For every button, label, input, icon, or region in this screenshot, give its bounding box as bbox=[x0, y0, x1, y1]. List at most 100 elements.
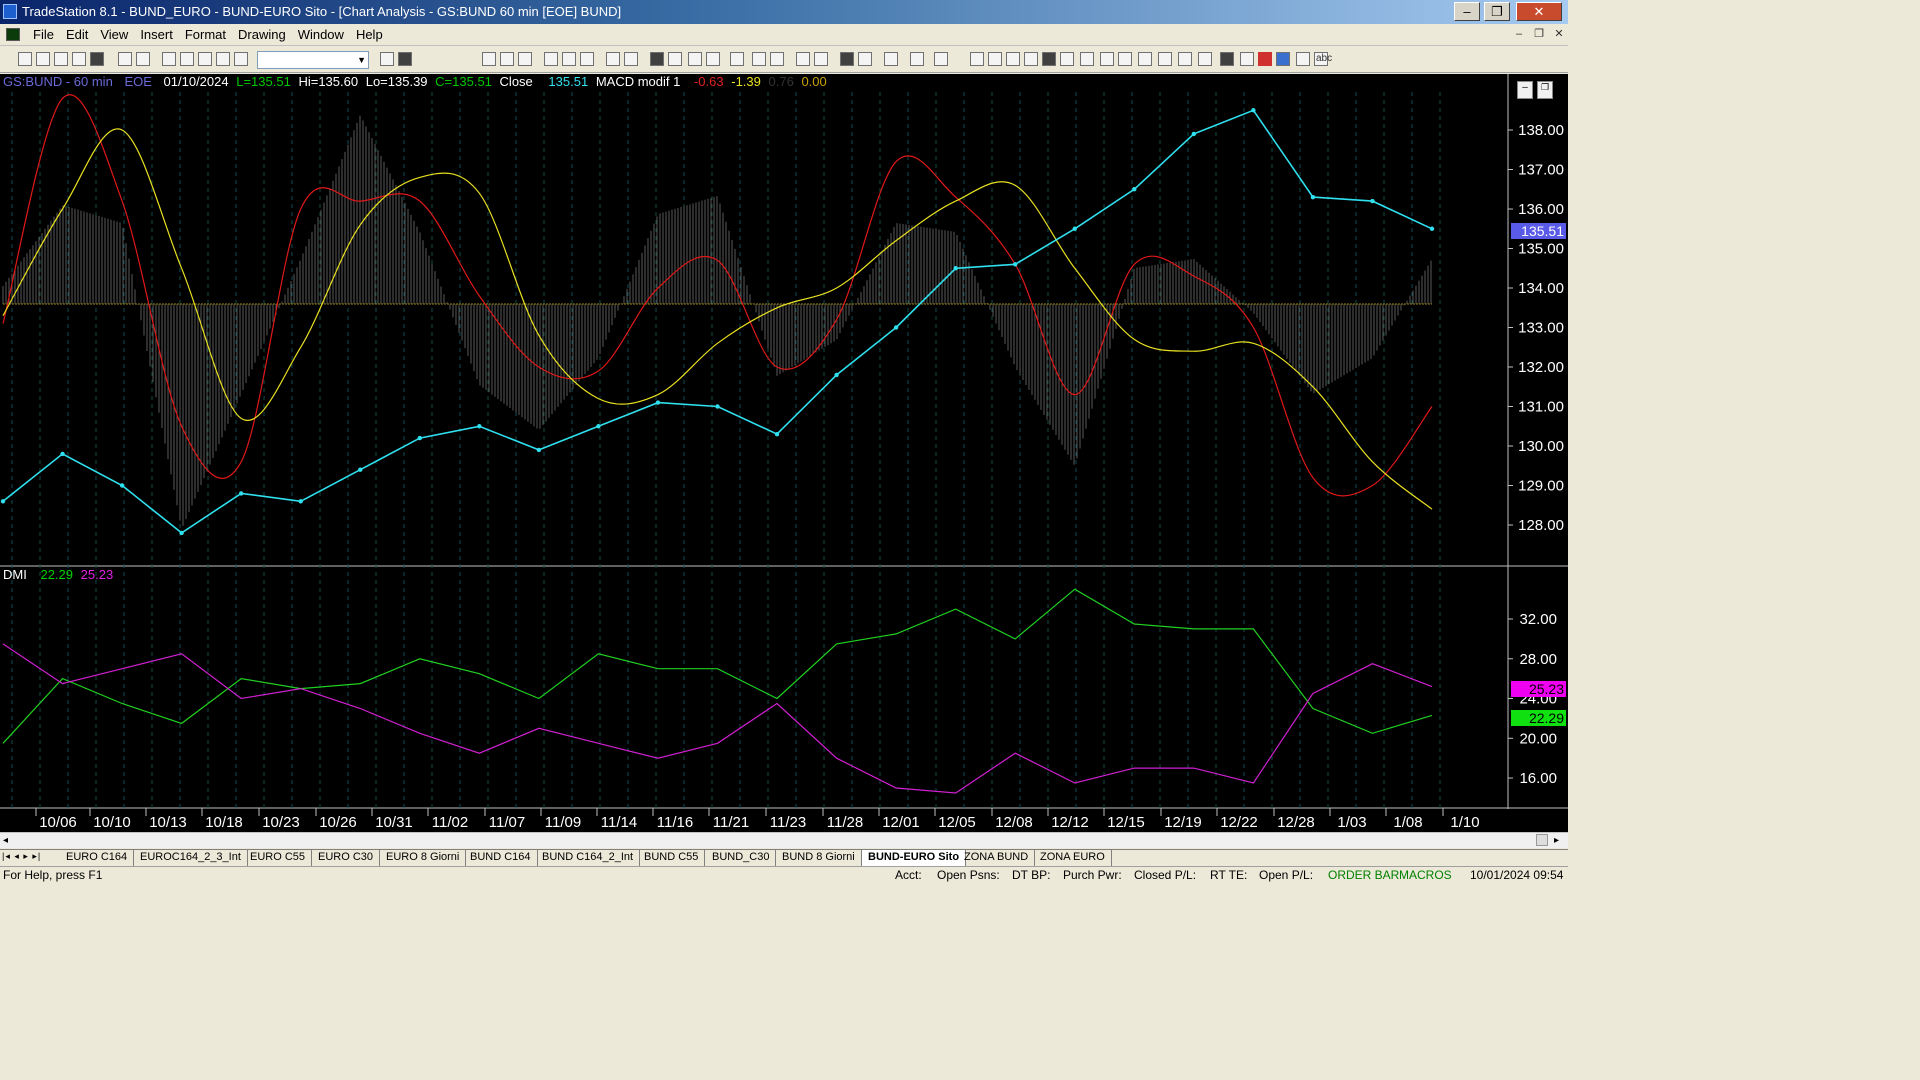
channel-icon[interactable] bbox=[1060, 52, 1074, 66]
open-icon[interactable] bbox=[36, 52, 50, 66]
bars-icon[interactable] bbox=[730, 52, 744, 66]
menu-window[interactable]: Window bbox=[292, 27, 350, 42]
copy-icon[interactable] bbox=[72, 52, 86, 66]
horizontal-scrollbar[interactable]: ◂ ▸ bbox=[0, 832, 1568, 848]
lock-icon[interactable] bbox=[198, 52, 212, 66]
chart-area[interactable]: 138.00 137.00 136.00 135.00 134.00 133.00 132.… bbox=[0, 74, 1568, 832]
bar-chart-icon[interactable] bbox=[688, 52, 702, 66]
fib-icon[interactable] bbox=[1024, 52, 1038, 66]
tile-icon[interactable] bbox=[180, 52, 194, 66]
window-icon[interactable] bbox=[482, 52, 496, 66]
pointer-icon[interactable] bbox=[840, 52, 854, 66]
text-tool-icon[interactable]: abc bbox=[1316, 53, 1332, 64]
menu-insert[interactable]: Insert bbox=[134, 27, 179, 42]
order-bar-indicator[interactable]: ORDER BAR bbox=[1328, 868, 1399, 882]
gann-icon[interactable] bbox=[1042, 52, 1056, 66]
tab-zona-bund[interactable]: ZONA BUND bbox=[958, 850, 1036, 866]
tab-bund-8-giorni[interactable]: BUND 8 Giorni bbox=[776, 850, 862, 866]
grid-icon[interactable] bbox=[518, 52, 532, 66]
ellipse-icon[interactable] bbox=[1296, 52, 1310, 66]
tab-bund-c164[interactable]: BUND C164 bbox=[464, 850, 538, 866]
refresh-icon[interactable] bbox=[398, 52, 412, 66]
drawing-off-icon[interactable] bbox=[934, 52, 948, 66]
ray-icon[interactable] bbox=[1138, 52, 1152, 66]
tab-bund-euro-sito[interactable]: BUND-EURO Sito bbox=[862, 850, 967, 866]
indicator-icon[interactable] bbox=[562, 52, 576, 66]
radar-icon[interactable] bbox=[606, 52, 620, 66]
chart-canvas[interactable]: 138.00 137.00 136.00 135.00 134.00 133.00 132.… bbox=[0, 74, 1568, 832]
vertical-line-icon[interactable] bbox=[988, 52, 1002, 66]
tab-euro-c164[interactable]: EURO C164 bbox=[60, 850, 135, 866]
print-icon[interactable] bbox=[118, 52, 132, 66]
pane-minimize-button[interactable]: – bbox=[1517, 81, 1533, 99]
menu-drawing[interactable]: Drawing bbox=[232, 27, 292, 42]
macros-indicator[interactable]: MACROS bbox=[1399, 868, 1452, 882]
close-button[interactable]: ✕ bbox=[1516, 2, 1562, 21]
cascade-icon[interactable] bbox=[162, 52, 176, 66]
signal-icon[interactable] bbox=[706, 52, 720, 66]
parallel-icon[interactable] bbox=[1178, 52, 1192, 66]
maximize-button[interactable]: ❐ bbox=[1484, 2, 1510, 21]
save-icon[interactable] bbox=[54, 52, 68, 66]
print-preview-icon[interactable] bbox=[136, 52, 150, 66]
menu-edit[interactable]: Edit bbox=[60, 27, 94, 42]
mdi-minimize-button[interactable]: – bbox=[1510, 27, 1528, 43]
menu-file[interactable]: File bbox=[27, 27, 60, 42]
minimize-button[interactable]: ‒ bbox=[1454, 2, 1480, 21]
curve-icon[interactable] bbox=[1240, 52, 1254, 66]
horizontal-line-icon[interactable] bbox=[1158, 52, 1172, 66]
symbol-combo[interactable]: ▼ bbox=[257, 51, 369, 69]
trendline-icon[interactable] bbox=[970, 52, 984, 66]
up-arrow-icon[interactable] bbox=[1276, 52, 1290, 66]
paste-icon[interactable] bbox=[90, 52, 104, 66]
zoom-out-icon[interactable] bbox=[814, 52, 828, 66]
scroll-right-icon[interactable]: ▸ bbox=[1554, 835, 1559, 846]
draw-icon[interactable] bbox=[858, 52, 872, 66]
window2-icon[interactable] bbox=[500, 52, 514, 66]
chevron-down-icon[interactable]: ▼ bbox=[357, 55, 366, 65]
chart-type-icon[interactable] bbox=[544, 52, 558, 66]
quote-icon[interactable] bbox=[668, 52, 682, 66]
chart-document-icon[interactable] bbox=[6, 28, 20, 41]
pane-restore-button[interactable]: ❐ bbox=[1537, 81, 1553, 99]
tab-euro-c55[interactable]: EURO C55 bbox=[244, 850, 313, 866]
mdi-close-button[interactable]: ✕ bbox=[1550, 27, 1568, 43]
tab-euro-8-giorni[interactable]: EURO 8 Giorni bbox=[380, 850, 467, 866]
options-icon[interactable] bbox=[650, 52, 664, 66]
tools-icon[interactable] bbox=[884, 52, 898, 66]
price-axis-label: 132.00 bbox=[1518, 359, 1564, 376]
lines-icon[interactable] bbox=[1006, 52, 1020, 66]
tab-bund-c30[interactable]: BUND_C30 bbox=[706, 850, 777, 866]
zoom-in-icon[interactable] bbox=[796, 52, 810, 66]
macro-icon[interactable] bbox=[910, 52, 924, 66]
tab-euro-c30[interactable]: EURO C30 bbox=[312, 850, 381, 866]
pen-icon[interactable] bbox=[1220, 52, 1234, 66]
macd-line-yellow bbox=[2, 128, 1433, 510]
new-icon[interactable] bbox=[18, 52, 32, 66]
scanner-icon[interactable] bbox=[580, 52, 594, 66]
price-close-point bbox=[119, 483, 125, 488]
insert-study-icon[interactable] bbox=[234, 52, 248, 66]
menu-help[interactable]: Help bbox=[350, 27, 389, 42]
price-close-point bbox=[1251, 108, 1256, 113]
mdi-restore-button[interactable]: ❐ bbox=[1530, 27, 1548, 43]
tab-bund-c55[interactable]: BUND C55 bbox=[638, 850, 706, 866]
scroll-left-icon[interactable]: ◂ bbox=[3, 835, 8, 846]
tab-nav-arrows-icon[interactable]: |◂ ◂ ▸ ▸| bbox=[2, 851, 41, 862]
go-icon[interactable] bbox=[380, 52, 394, 66]
menu-view[interactable]: View bbox=[94, 27, 134, 42]
cycle-icon[interactable] bbox=[1080, 52, 1094, 66]
menu-format[interactable]: Format bbox=[179, 27, 232, 42]
tab-bund-c164-2-int[interactable]: BUND C164_2_Int bbox=[536, 850, 641, 866]
compress-icon[interactable] bbox=[752, 52, 766, 66]
tab-zona-euro[interactable]: ZONA EURO bbox=[1034, 850, 1112, 866]
speed-lines-icon[interactable] bbox=[1100, 52, 1114, 66]
arc-icon[interactable] bbox=[1198, 52, 1212, 66]
tab-euroc164-2-3-int[interactable]: EUROC164_2_3_Int bbox=[134, 850, 248, 866]
fan-icon[interactable] bbox=[1118, 52, 1132, 66]
expand-icon[interactable] bbox=[770, 52, 784, 66]
scroll-thumb[interactable] bbox=[1536, 834, 1548, 846]
matrix-icon[interactable] bbox=[624, 52, 638, 66]
down-arrow-icon[interactable] bbox=[1258, 52, 1272, 66]
format-icon[interactable] bbox=[216, 52, 230, 66]
